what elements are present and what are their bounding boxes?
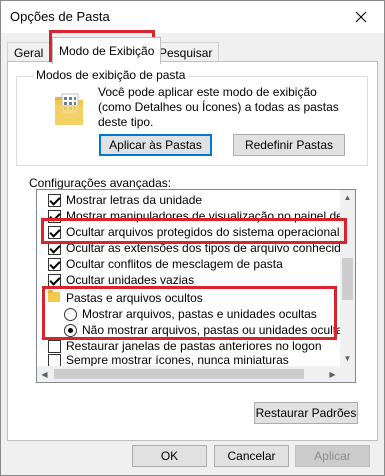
- scroll-down-icon[interactable]: ▼: [340, 351, 355, 366]
- checkbox[interactable]: [48, 210, 61, 223]
- list-item-label: Mostrar letras da unidade: [66, 193, 203, 207]
- folder-options-dialog: Opções de Pasta Geral Modo de Exibição P…: [0, 0, 385, 476]
- scroll-left-icon[interactable]: ◀: [37, 366, 52, 382]
- tab-modo-de-exibicao[interactable]: Modo de Exibição: [52, 37, 162, 64]
- vertical-scroll-thumb[interactable]: [342, 258, 353, 300]
- scroll-right-icon[interactable]: ▶: [325, 366, 340, 382]
- folder-grid-icon: [55, 93, 83, 125]
- list-item-label: Ocultar as extensões dos tipos de arquiv…: [66, 241, 340, 255]
- tab-geral[interactable]: Geral: [7, 42, 51, 62]
- checkbox[interactable]: [48, 194, 61, 207]
- radio-button[interactable]: [64, 308, 77, 321]
- list-item[interactable]: Mostrar letras da unidade: [37, 192, 340, 208]
- list-item-label: Ocultar arquivos protegidos do sistema o…: [66, 225, 340, 239]
- checkbox[interactable]: [48, 258, 61, 271]
- radio-button[interactable]: [64, 324, 77, 337]
- list-item: Pastas e arquivos ocultos: [37, 290, 340, 306]
- restore-defaults-button[interactable]: Restaurar Padrões: [254, 402, 358, 424]
- list-item[interactable]: Mostrar manipuladores de visualização no…: [37, 208, 340, 224]
- list-item[interactable]: Ocultar arquivos protegidos do sistema o…: [37, 224, 340, 240]
- close-icon: [355, 11, 367, 23]
- advanced-settings-list[interactable]: Mostrar letras da unidade Mostrar manipu…: [36, 189, 356, 383]
- apply-button[interactable]: Aplicar: [295, 445, 370, 467]
- close-button[interactable]: [338, 1, 384, 33]
- advanced-settings-label: Configurações avançadas:: [29, 176, 172, 190]
- list-item-label: Pastas e arquivos ocultos: [66, 291, 203, 305]
- list-item[interactable]: Ocultar unidades vazias: [37, 272, 340, 288]
- list-item[interactable]: Ocultar as extensões dos tipos de arquiv…: [37, 240, 340, 256]
- folder-views-group-title: Modos de exibição de pasta: [33, 68, 189, 82]
- reset-folders-button[interactable]: Redefinir Pastas: [233, 134, 345, 156]
- folder-views-description: Você pode aplicar este modo de exibição …: [98, 85, 339, 129]
- list-item-label: Restaurar janelas de pastas anteriores n…: [66, 339, 322, 353]
- list-item-label: Sempre mostrar ícones, nunca miniaturas: [66, 353, 289, 367]
- checkbox[interactable]: [48, 226, 61, 239]
- list-item-label: Mostrar manipuladores de visualização no…: [66, 209, 340, 223]
- list-item-label: Mostrar arquivos, pastas e unidades ocul…: [82, 307, 317, 321]
- apply-to-folders-button[interactable]: Aplicar às Pastas: [99, 134, 212, 156]
- list-item[interactable]: Mostrar arquivos, pastas e unidades ocul…: [37, 306, 340, 322]
- horizontal-scroll-thumb[interactable]: [54, 369, 304, 379]
- cancel-button[interactable]: Cancelar: [214, 445, 289, 467]
- checkbox[interactable]: [48, 274, 61, 287]
- list-item-label: Ocultar conflitos de mesclagem de pasta: [66, 257, 283, 271]
- list-item[interactable]: Não mostrar arquivos, pastas ou unidades…: [37, 322, 340, 338]
- title-bar: Opções de Pasta: [1, 1, 384, 33]
- list-item-label: Ocultar unidades vazias: [66, 273, 195, 287]
- tab-pesquisar[interactable]: Pesquisar: [152, 42, 220, 62]
- window-title: Opções de Pasta: [10, 9, 110, 24]
- list-item-label: Não mostrar arquivos, pastas ou unidades…: [82, 323, 340, 337]
- scroll-up-icon[interactable]: ▲: [340, 190, 355, 205]
- vertical-scrollbar[interactable]: ▲ ▼: [340, 190, 355, 382]
- tab-strip: Geral Modo de Exibição Pesquisar: [1, 33, 384, 64]
- checkbox[interactable]: [48, 242, 61, 255]
- list-item[interactable]: Ocultar conflitos de mesclagem de pasta: [37, 256, 340, 272]
- ok-button[interactable]: OK: [132, 445, 207, 467]
- folder-icon: [48, 290, 60, 302]
- horizontal-scrollbar[interactable]: ◀ ▶: [37, 366, 340, 382]
